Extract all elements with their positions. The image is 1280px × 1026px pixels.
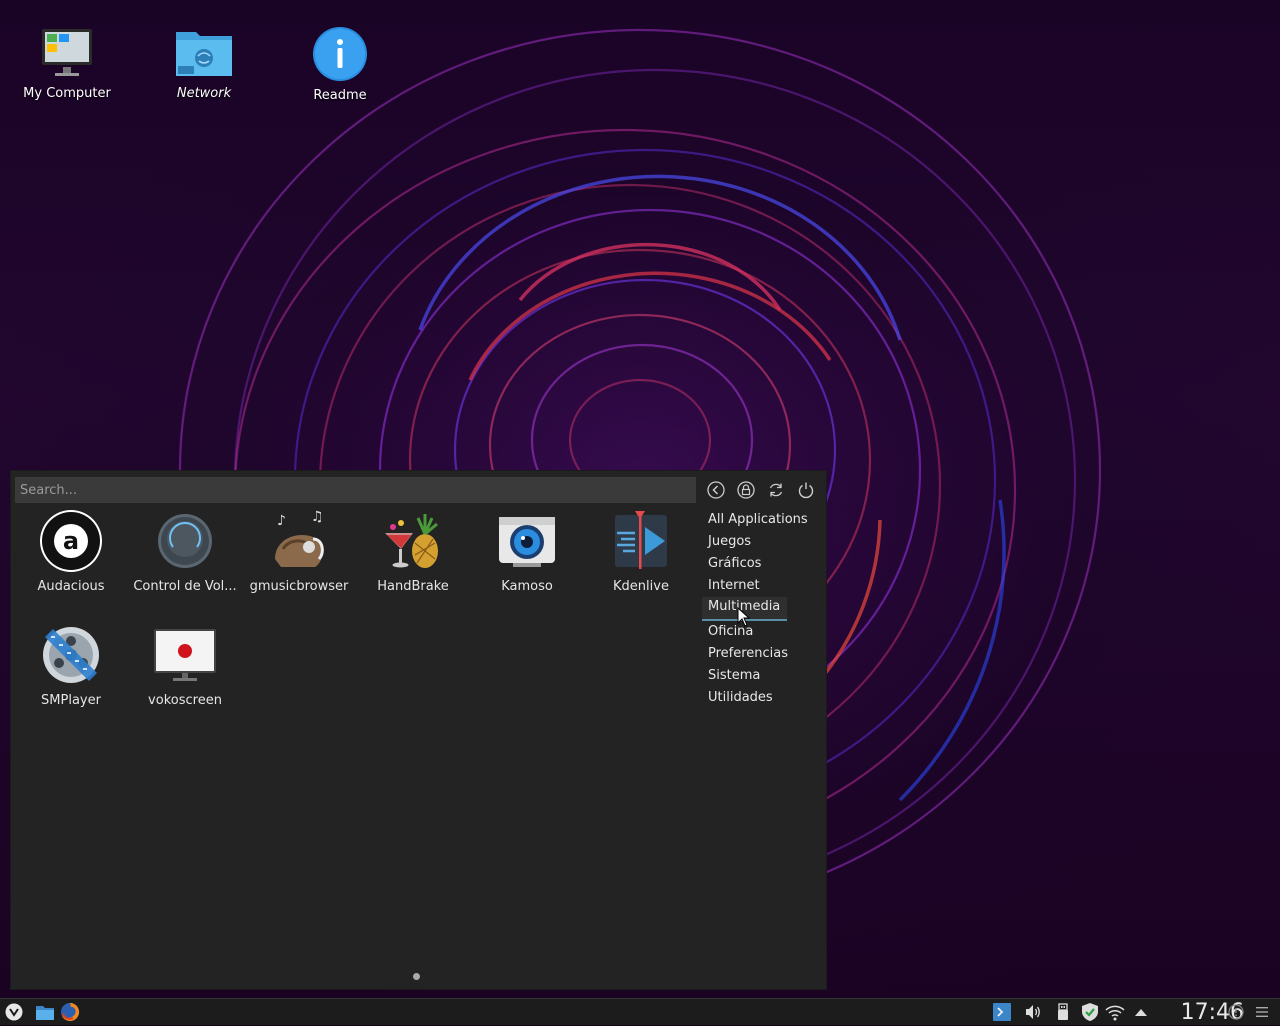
terminal-icon <box>993 1003 1011 1021</box>
refresh-icon <box>769 483 783 497</box>
taskbar: 17:46 <box>0 998 1280 1025</box>
lock-icon <box>737 481 755 499</box>
page-indicator[interactable] <box>413 973 420 980</box>
webcam-icon <box>499 517 555 567</box>
app-gmusicbrowser[interactable]: ♪ ♫ gmusicbrowser <box>242 509 356 594</box>
computer-icon <box>42 29 92 76</box>
terminal-tray-button[interactable] <box>993 1003 1011 1021</box>
application-launcher: All Applications Juegos Gráficos Interne… <box>10 470 827 990</box>
file-manager-launcher[interactable] <box>35 1002 55 1022</box>
gmusicbrowser-icon: ♪ ♫ <box>275 509 324 567</box>
switch-user-button[interactable] <box>767 481 785 499</box>
panel-options-button[interactable] <box>1254 1004 1270 1020</box>
search-input[interactable] <box>15 477 696 503</box>
app-label: vokoscreen <box>148 693 222 708</box>
info-icon <box>313 27 367 81</box>
notifications-button[interactable] <box>1228 1004 1244 1020</box>
category-all-applications[interactable]: All Applications <box>702 509 812 531</box>
show-hidden-icons-button[interactable] <box>1131 1002 1151 1022</box>
desktop-icon-my-computer[interactable]: My Computer <box>12 26 122 101</box>
removable-devices-tray-button[interactable] <box>1053 1002 1073 1022</box>
vokoscreen-icon <box>154 629 216 681</box>
app-label: Kamoso <box>501 579 553 594</box>
info-circle-icon <box>1228 1004 1244 1020</box>
shield-check-icon <box>1082 1003 1098 1021</box>
svg-text:♪: ♪ <box>277 513 286 529</box>
file-manager-icon <box>36 1006 54 1020</box>
app-label: Control de Vol... <box>133 579 237 594</box>
firefox-icon <box>61 1002 80 1021</box>
back-button[interactable] <box>707 481 725 499</box>
app-kdenlive[interactable]: Kdenlive <box>584 509 698 594</box>
app-audacious[interactable]: a Audacious <box>14 509 128 594</box>
desktop-icon-label: Network <box>176 86 232 101</box>
category-graficos[interactable]: Gráficos <box>702 553 812 575</box>
hamburger-icon <box>1256 1007 1268 1017</box>
volume-tray-button[interactable] <box>1023 1002 1043 1022</box>
category-juegos[interactable]: Juegos <box>702 531 812 553</box>
category-list: All Applications Juegos Gráficos Interne… <box>702 509 812 709</box>
power-button[interactable] <box>797 481 815 499</box>
volume-knob-icon <box>158 514 212 568</box>
mouse-cursor-icon <box>737 607 751 627</box>
desktop-icon-readme[interactable]: Readme <box>285 26 395 103</box>
category-sistema[interactable]: Sistema <box>702 665 812 687</box>
smplayer-icon <box>43 627 99 683</box>
app-smplayer[interactable]: SMPlayer <box>14 623 128 708</box>
app-label: Audacious <box>37 579 105 594</box>
desktop-icon-label: Readme <box>313 88 367 103</box>
svg-text:a: a <box>63 527 79 555</box>
handbrake-icon <box>385 514 438 568</box>
lock-button[interactable] <box>737 481 755 499</box>
power-icon <box>798 482 814 499</box>
svg-text:♫: ♫ <box>311 509 324 525</box>
back-icon <box>707 481 725 499</box>
category-oficina[interactable]: Oficina <box>702 621 812 643</box>
app-label: Kdenlive <box>613 579 669 594</box>
menu-icon <box>5 1003 23 1021</box>
usb-icon <box>1058 1003 1068 1020</box>
app-label: gmusicbrowser <box>249 579 349 594</box>
category-internet[interactable]: Internet <box>702 575 812 597</box>
speaker-icon <box>1026 1005 1040 1019</box>
application-menu-button[interactable] <box>4 1002 24 1022</box>
kdenlive-icon <box>615 511 667 569</box>
app-control-de-volumen[interactable]: Control de Vol... <box>128 509 242 594</box>
app-kamoso[interactable]: Kamoso <box>470 509 584 594</box>
category-utilidades[interactable]: Utilidades <box>702 687 812 709</box>
wifi-icon <box>1105 1005 1125 1021</box>
category-preferencias[interactable]: Preferencias <box>702 643 812 665</box>
network-tray-button[interactable] <box>1105 1002 1125 1022</box>
desktop-icon-network[interactable]: Network <box>149 26 259 101</box>
app-vokoscreen[interactable]: vokoscreen <box>128 623 242 708</box>
network-folder-icon <box>176 32 232 76</box>
arrow-up-icon <box>1135 1009 1147 1016</box>
firefox-launcher[interactable] <box>60 1002 80 1022</box>
audacious-icon: a <box>40 510 102 572</box>
app-handbrake[interactable]: HandBrake <box>356 509 470 594</box>
desktop-icon-label: My Computer <box>23 86 111 101</box>
app-label: SMPlayer <box>41 693 101 708</box>
updates-tray-button[interactable] <box>1080 1002 1100 1022</box>
app-label: HandBrake <box>377 579 449 594</box>
